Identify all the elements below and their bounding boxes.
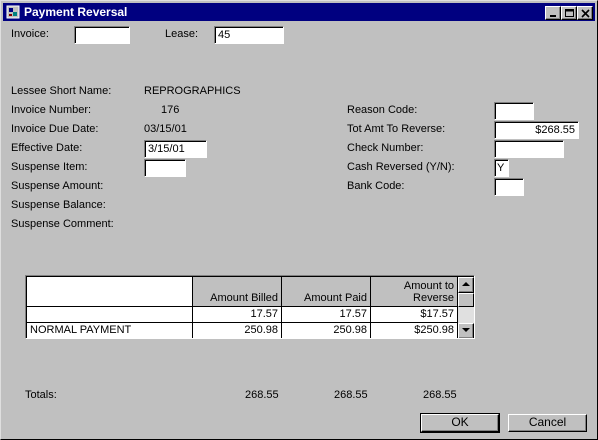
maximize-button[interactable] [561, 6, 577, 20]
payment-reversal-window: Payment Reversal Invoice: Lease: Lessee … [0, 0, 598, 440]
invoice-number-label: Invoice Number: [11, 104, 92, 116]
column-header-amount-paid[interactable]: Amount Paid [282, 277, 371, 307]
table-cell-amount-to-reverse[interactable]: $17.57 [371, 307, 458, 323]
suspense-item-input[interactable] [144, 159, 186, 177]
reason-code-label: Reason Code: [347, 104, 418, 116]
table-cell-amount-paid[interactable]: 250.98 [282, 323, 371, 338]
table-cell-amount-paid[interactable]: 17.57 [282, 307, 371, 323]
table-cell-amount-billed[interactable]: 17.57 [193, 307, 282, 323]
minimize-button[interactable] [545, 6, 561, 20]
tot-amt-to-reverse-input[interactable] [494, 121, 579, 139]
lessee-short-name-label: Lessee Short Name: [11, 85, 112, 97]
effective-date-input[interactable] [144, 140, 207, 158]
column-header-amount-billed[interactable]: Amount Billed [193, 277, 282, 307]
scroll-up-button[interactable] [458, 277, 474, 293]
payments-grid[interactable]: Amount Billed Amount Paid Amount to Reve… [25, 275, 475, 339]
column-header-amount-to-reverse[interactable]: Amount to Reverse [371, 277, 458, 307]
tot-amt-to-reverse-label: Tot Amt To Reverse: [347, 123, 446, 135]
bank-code-input[interactable] [494, 178, 524, 196]
table-cell-description[interactable]: NORMAL PAYMENT [27, 323, 193, 338]
total-amount-billed: 268.55 [245, 389, 279, 401]
column-header-description[interactable] [27, 277, 193, 307]
invoice-input[interactable] [74, 26, 130, 44]
suspense-item-label: Suspense Item: [11, 161, 88, 173]
table-cell-description[interactable] [27, 307, 193, 323]
invoice-due-date-label: Invoice Due Date: [11, 123, 99, 135]
invoice-number-value: 176 [161, 104, 180, 116]
ok-button[interactable]: OK [420, 413, 500, 433]
close-button[interactable] [577, 6, 593, 20]
table-cell-amount-to-reverse[interactable]: $250.98 [371, 323, 458, 338]
lessee-short-name-value: REPROGRAPHICS [144, 85, 241, 97]
scroll-down-arrow-icon [462, 328, 470, 332]
scroll-thumb[interactable] [458, 293, 474, 307]
totals-label: Totals: [25, 389, 57, 401]
invoice-label: Invoice: [11, 28, 49, 40]
grid-vertical-scrollbar[interactable] [458, 277, 474, 338]
window-title: Payment Reversal [24, 5, 128, 19]
bank-code-label: Bank Code: [347, 180, 405, 192]
check-number-label: Check Number: [347, 142, 424, 154]
scroll-down-button[interactable] [458, 323, 474, 338]
scroll-up-arrow-icon [462, 282, 470, 286]
cash-reversed-label: Cash Reversed (Y/N): [347, 161, 455, 173]
suspense-balance-label: Suspense Balance: [11, 199, 106, 211]
invoice-due-date-value: 03/15/01 [144, 123, 187, 135]
total-amount-to-reverse: 268.55 [423, 389, 457, 401]
effective-date-label: Effective Date: [11, 142, 83, 154]
suspense-comment-label: Suspense Comment: [11, 218, 114, 230]
title-bar[interactable]: Payment Reversal [3, 3, 595, 21]
total-amount-paid: 268.55 [334, 389, 368, 401]
suspense-amount-label: Suspense Amount: [11, 180, 104, 192]
reason-code-input[interactable] [494, 102, 534, 120]
maximize-icon [565, 9, 574, 17]
close-icon [581, 9, 590, 18]
minimize-icon [550, 15, 556, 17]
cancel-button[interactable]: Cancel [508, 414, 587, 432]
cash-reversed-input[interactable] [494, 159, 509, 177]
lease-input[interactable] [214, 26, 284, 44]
lease-label: Lease: [165, 28, 199, 40]
app-icon [6, 5, 20, 19]
check-number-input[interactable] [494, 140, 564, 158]
table-cell-amount-billed[interactable]: 250.98 [193, 323, 282, 338]
